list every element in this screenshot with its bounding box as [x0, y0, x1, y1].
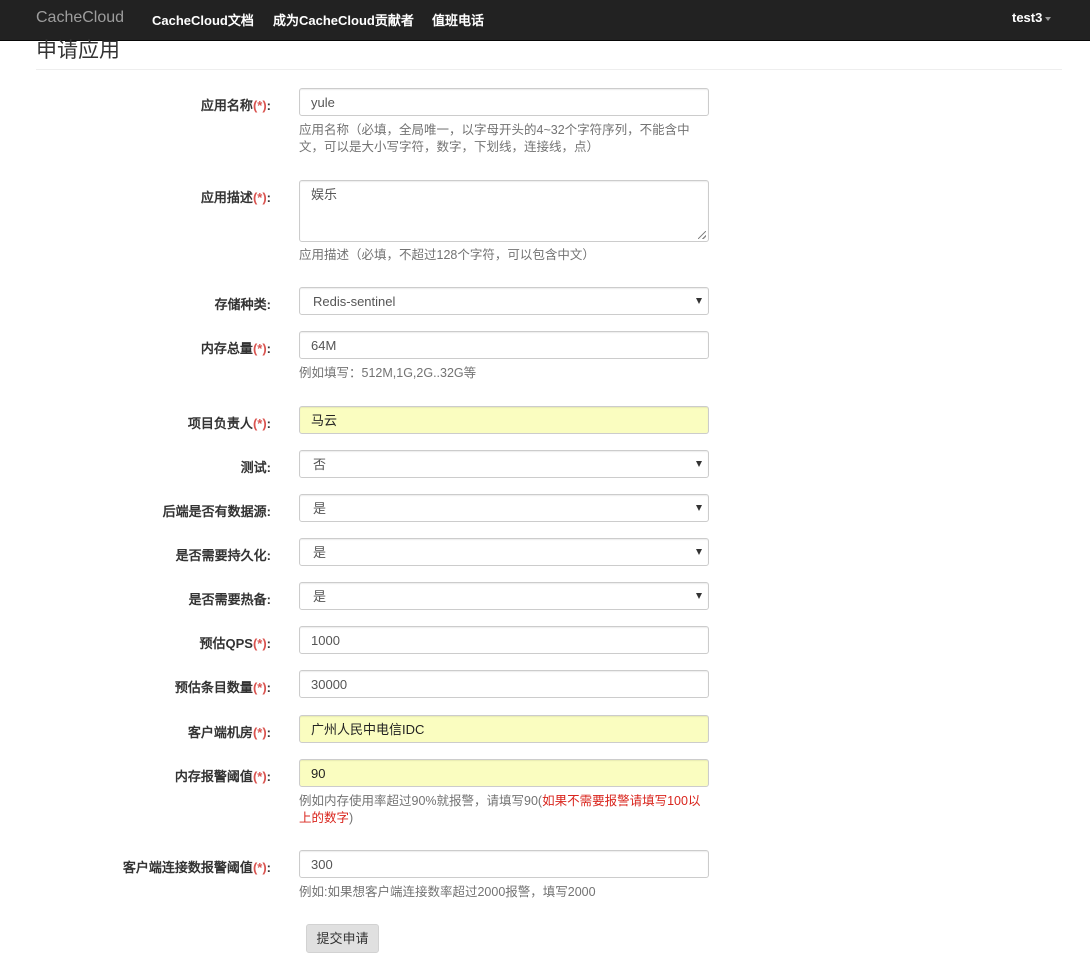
nav-link-duty-phone[interactable]: 值班电话	[432, 10, 484, 29]
app-name-label: 应用名称(*):	[200, 98, 271, 113]
app-name-help: 应用名称（必填，全局唯一，以字母开头的4~32个字符序列，不能含中文，可以是大小…	[299, 123, 690, 154]
conn-alert-help: 例如:如果想客户端连接数率超过2000报警，填写2000	[299, 885, 596, 899]
test-label: 测试:	[240, 460, 271, 475]
mem-alert-input[interactable]: 90	[299, 759, 709, 787]
nav-link-contribute[interactable]: 成为CacheCloud贡献者	[273, 10, 414, 29]
has-backend-label: 后端是否有数据源:	[162, 504, 271, 519]
mem-alert-help: 例如内存使用率超过90%就报警，请填写90(如果不需要报警请填写100以上的数字…	[299, 794, 701, 825]
client-room-label: 客户端机房(*):	[187, 725, 271, 740]
persistence-select[interactable]: 是	[299, 538, 709, 566]
hot-standby-value: 是	[313, 589, 327, 604]
chevron-down-icon	[1045, 16, 1052, 21]
app-desc-value: 娱乐	[311, 187, 338, 202]
storage-type-select[interactable]: Redis-sentinel	[299, 287, 709, 315]
memory-input[interactable]: 64M	[299, 331, 709, 359]
user-menu[interactable]: test3	[1012, 10, 1052, 25]
brand-logo[interactable]: CacheCloud	[36, 9, 124, 27]
storage-type-value: Redis-sentinel	[313, 294, 396, 309]
memory-help: 例如填写：512M,1G,2G..32G等	[299, 366, 477, 380]
owner-label: 项目负责人(*):	[187, 416, 271, 431]
has-backend-value: 是	[313, 501, 327, 516]
conn-alert-label: 客户端连接数报警阈值(*):	[122, 860, 271, 875]
dropdown-arrow-icon	[696, 461, 702, 467]
entries-input[interactable]: 30000	[299, 670, 709, 698]
required-mark: (*)	[252, 98, 267, 113]
required-mark: (*)	[252, 416, 267, 431]
persistence-value: 是	[313, 545, 327, 560]
mem-alert-label: 内存报警阈值(*):	[174, 769, 271, 784]
resize-handle-icon[interactable]	[698, 231, 706, 239]
entries-label: 预估条目数量(*):	[174, 680, 271, 695]
submit-button[interactable]: 提交申请	[306, 924, 379, 953]
owner-input[interactable]: 马云	[299, 406, 709, 434]
required-mark: (*)	[252, 636, 267, 651]
required-mark: (*)	[252, 725, 267, 740]
qps-input[interactable]: 1000	[299, 626, 709, 654]
test-value: 否	[313, 457, 327, 472]
top-navbar: CacheCloud CacheCloud文档 成为CacheCloud贡献者 …	[0, 0, 1090, 41]
app-desc-textarea[interactable]: 娱乐	[299, 180, 709, 242]
page-title: 申请应用	[36, 39, 120, 62]
title-divider	[36, 69, 1062, 70]
storage-type-label: 存储种类:	[214, 297, 271, 312]
dropdown-arrow-icon	[696, 549, 702, 555]
memory-label: 内存总量(*):	[200, 341, 271, 356]
required-mark: (*)	[252, 769, 267, 784]
required-mark: (*)	[252, 860, 267, 875]
required-mark: (*)	[252, 680, 267, 695]
conn-alert-input[interactable]: 300	[299, 850, 709, 878]
app-desc-label: 应用描述(*):	[200, 190, 271, 205]
nav-link-docs[interactable]: CacheCloud文档	[152, 10, 254, 29]
user-name: test3	[1012, 10, 1043, 25]
has-backend-select[interactable]: 是	[299, 494, 709, 522]
app-name-input[interactable]: yule	[299, 88, 709, 116]
required-mark: (*)	[252, 341, 267, 356]
hot-standby-select[interactable]: 是	[299, 582, 709, 610]
hot-standby-label: 是否需要热备:	[188, 592, 271, 607]
qps-label: 预估QPS(*):	[199, 636, 271, 651]
persistence-label: 是否需要持久化:	[175, 548, 271, 563]
dropdown-arrow-icon	[696, 298, 702, 304]
app-desc-help: 应用描述（必填，不超过128个字符，可以包含中文）	[299, 248, 595, 262]
client-room-input[interactable]: 广州人民中电信IDC	[299, 715, 709, 743]
dropdown-arrow-icon	[696, 593, 702, 599]
dropdown-arrow-icon	[696, 505, 702, 511]
test-select[interactable]: 否	[299, 450, 709, 478]
required-mark: (*)	[252, 190, 267, 205]
